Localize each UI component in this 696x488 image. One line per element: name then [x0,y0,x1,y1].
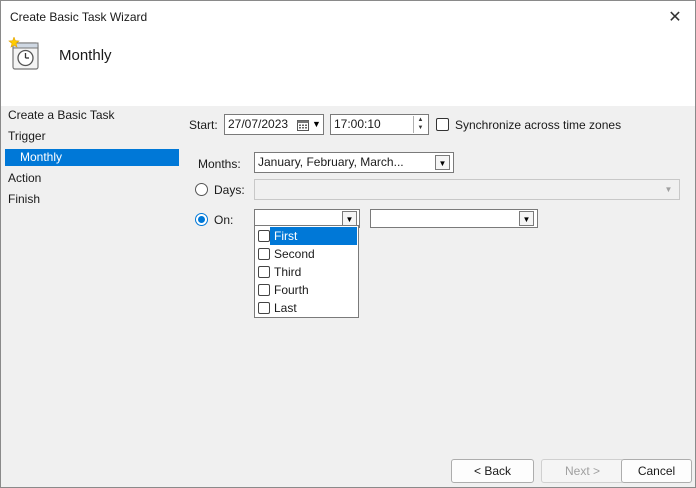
dropdown-item-second[interactable]: Second [255,245,358,263]
dropdown-item-checkbox[interactable] [258,248,270,260]
chevron-down-icon[interactable]: ▼ [435,155,450,170]
dropdown-item-checkbox[interactable] [258,266,270,278]
start-time-input[interactable]: 17:00:10 ▲ ▼ [330,114,429,135]
chevron-down-icon[interactable]: ▼ [342,211,357,226]
next-button[interactable]: Next > [541,459,624,483]
dropdown-item-fourth[interactable]: Fourth [255,281,358,299]
dropdown-item-first[interactable]: First [255,227,358,245]
months-label: Months: [198,157,241,171]
dropdown-item-last[interactable]: Last [255,299,358,317]
spin-up-icon[interactable]: ▲ [414,116,427,124]
dropdown-item-checkbox[interactable] [258,302,270,314]
dropdown-item-checkbox[interactable] [258,284,270,296]
dropdown-item-label: Last [274,301,297,315]
sidebar-item-monthly[interactable]: Monthly [5,149,179,166]
wizard-steps: Create a Basic Task Trigger Monthly Acti… [1,106,181,226]
dropdown-item-label: Fourth [274,283,309,297]
on-label: On: [214,213,234,227]
dropdown-item-label: Second [274,247,315,261]
time-spinner[interactable]: ▲ ▼ [413,116,427,133]
start-date-picker[interactable]: 27/07/2023 ▼ [224,114,324,135]
on-radio[interactable] [195,213,208,226]
cancel-button[interactable]: Cancel [621,459,692,483]
chevron-down-icon: ▼ [664,185,673,194]
title-bar: Create Basic Task Wizard ✕ [1,1,695,32]
calendar-clock-icon [8,37,39,70]
start-label: Start: [189,118,218,132]
close-icon[interactable]: ✕ [655,1,695,32]
wizard-window: Create Basic Task Wizard ✕ Monthly Creat… [0,0,696,488]
spin-down-icon[interactable]: ▼ [414,124,427,132]
sidebar-item-trigger[interactable]: Trigger [8,128,46,145]
start-date-value: 27/07/2023 [228,117,289,131]
page-title: Monthly [59,47,112,64]
chevron-down-icon[interactable]: ▼ [519,211,534,226]
days-label: Days: [214,183,245,197]
sync-timezones-label: Synchronize across time zones [455,118,622,132]
weekday-select[interactable]: ▼ [370,209,538,228]
months-select[interactable]: January, February, March... ▼ [254,152,454,173]
dropdown-item-checkbox[interactable] [258,230,270,242]
dropdown-item-label: First [270,227,357,245]
window-title: Create Basic Task Wizard [10,10,148,24]
dropdown-item-label: Third [274,265,302,279]
wizard-header: Monthly [1,32,695,106]
start-time-value: 17:00:10 [334,117,381,131]
sidebar-item-create-task[interactable]: Create a Basic Task [8,107,115,124]
sidebar-item-action[interactable]: Action [8,170,41,187]
back-button[interactable]: < Back [451,459,534,483]
days-select[interactable]: ▼ [254,179,680,200]
week-occurrence-dropdown: First Second Third Fourth Last [254,225,359,318]
sidebar-item-finish[interactable]: Finish [8,191,40,208]
sync-timezones-checkbox[interactable] [436,118,449,131]
dropdown-item-third[interactable]: Third [255,263,358,281]
calendar-icon[interactable] [297,119,309,131]
days-radio[interactable] [195,183,208,196]
months-value: January, February, March... [258,155,404,169]
chevron-down-icon[interactable]: ▼ [309,117,324,132]
